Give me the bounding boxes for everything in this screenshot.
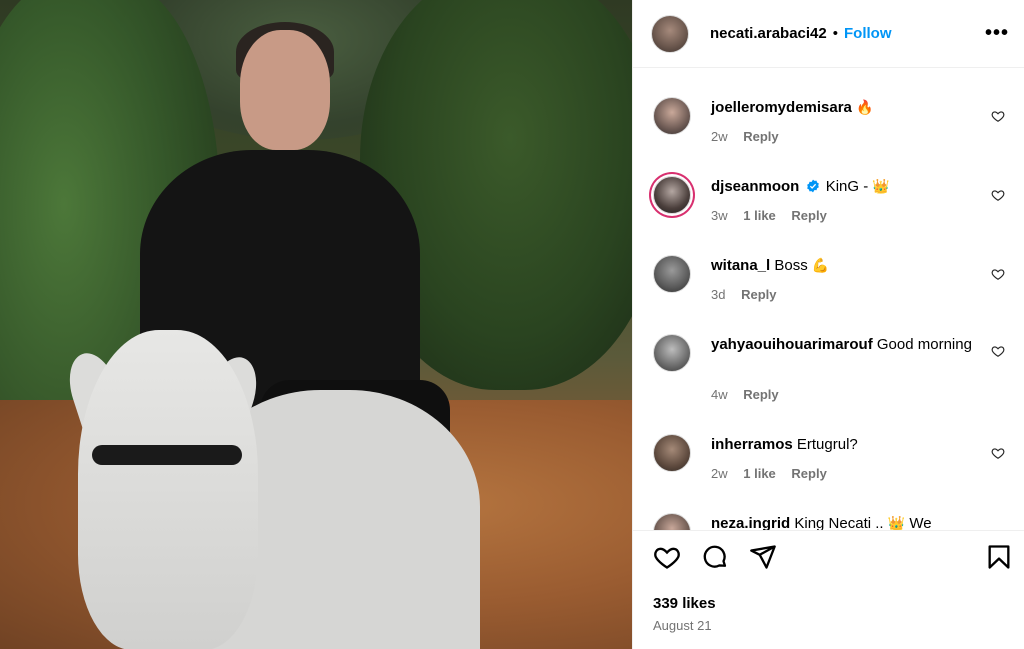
- comments-list[interactable]: joelleromydemisara 🔥 2w Reply djseanmoon…: [633, 68, 1024, 530]
- comment-meta: 2w 1 like Reply: [711, 466, 839, 481]
- bookmark-icon[interactable]: [985, 543, 1013, 571]
- comment-username[interactable]: neza.ingrid: [711, 515, 790, 530]
- post-date[interactable]: August 21: [653, 618, 712, 633]
- action-bar: [649, 543, 1010, 575]
- reply-button[interactable]: Reply: [791, 208, 826, 223]
- like-count[interactable]: 339 likes: [653, 595, 716, 612]
- heart-icon[interactable]: [991, 344, 1005, 358]
- comment-like-count[interactable]: 1 like: [743, 208, 776, 223]
- reply-button[interactable]: Reply: [743, 129, 778, 144]
- comment-icon[interactable]: [701, 543, 729, 571]
- comment-text: KinG -: [825, 178, 869, 195]
- comment-meta: 2w Reply: [711, 129, 791, 144]
- post-image[interactable]: [0, 0, 632, 649]
- comment-meta: 3d Reply: [711, 287, 789, 302]
- comment-time: 2w: [711, 129, 728, 144]
- commenter-avatar[interactable]: [653, 434, 691, 472]
- comment-body: yahyaouihouarimarouf Good morning: [711, 334, 981, 355]
- comment-text-tail: We: [909, 515, 932, 530]
- comment-username[interactable]: yahyaouihouarimarouf: [711, 336, 873, 353]
- commenter-avatar[interactable]: [653, 334, 691, 372]
- comment-like-count[interactable]: 1 like: [743, 466, 776, 481]
- post-footer: 339 likes August 21: [633, 530, 1024, 649]
- comment-meta: 3w 1 like Reply: [711, 208, 839, 223]
- comment-time: 4w: [711, 387, 728, 402]
- commenter-avatar[interactable]: [653, 176, 691, 214]
- heart-icon[interactable]: [991, 109, 1005, 123]
- comment-body: neza.ingrid King Necati .. 👑 We: [711, 513, 981, 530]
- heart-icon[interactable]: [991, 446, 1005, 460]
- comment-username[interactable]: inherramos: [711, 436, 793, 453]
- photo-horse-head: [78, 330, 258, 649]
- flexed-biceps-emoji: 💪: [811, 257, 830, 273]
- comment-body: joelleromydemisara 🔥: [711, 97, 981, 118]
- author-avatar[interactable]: [651, 14, 689, 53]
- comment-text: Boss: [774, 257, 808, 274]
- comment-body: inherramos Ertugrul?: [711, 434, 981, 455]
- follow-button[interactable]: Follow: [844, 25, 892, 42]
- commenter-avatar[interactable]: [653, 97, 691, 135]
- comment-time: 2w: [711, 466, 728, 481]
- comment-time: 3w: [711, 208, 728, 223]
- comment-body: witana_l Boss 💪: [711, 255, 981, 276]
- fire-emoji: 🔥: [856, 99, 874, 115]
- header-separator: •: [832, 25, 839, 42]
- reply-button[interactable]: Reply: [791, 466, 826, 481]
- heart-icon[interactable]: [991, 267, 1005, 281]
- commenter-avatar[interactable]: [653, 255, 691, 293]
- comment-meta: 4w Reply: [711, 387, 791, 402]
- comment-username[interactable]: djseanmoon: [711, 178, 799, 195]
- heart-icon[interactable]: [991, 188, 1005, 202]
- comment-text: Good morning: [876, 336, 972, 353]
- reply-button[interactable]: Reply: [741, 287, 776, 302]
- heart-icon[interactable]: [653, 543, 681, 571]
- photo-horse-bridle: [92, 445, 242, 465]
- crown-emoji: 👑: [872, 178, 890, 194]
- comment-username[interactable]: joelleromydemisara: [711, 99, 852, 116]
- verified-badge-icon: [806, 179, 819, 193]
- post-side-panel: necati.arabaci42 • Follow ••• joelleromy…: [632, 0, 1024, 649]
- comment-time: 3d: [711, 287, 726, 302]
- share-icon[interactable]: [749, 543, 777, 571]
- photo-rider-head: [240, 30, 330, 150]
- author-username[interactable]: necati.arabaci42: [710, 25, 827, 42]
- reply-button[interactable]: Reply: [743, 387, 778, 402]
- comment-username[interactable]: witana_l: [711, 257, 770, 274]
- comment-text: King Necati ..: [794, 515, 884, 530]
- comment-text: Ertugrul?: [796, 436, 858, 453]
- post-header: necati.arabaci42 • Follow •••: [633, 0, 1024, 68]
- more-icon[interactable]: •••: [985, 22, 1009, 45]
- commenter-avatar[interactable]: [653, 513, 691, 530]
- comment-body: djseanmoon KinG - 👑: [711, 176, 981, 197]
- crown-emoji: 👑: [887, 515, 906, 530]
